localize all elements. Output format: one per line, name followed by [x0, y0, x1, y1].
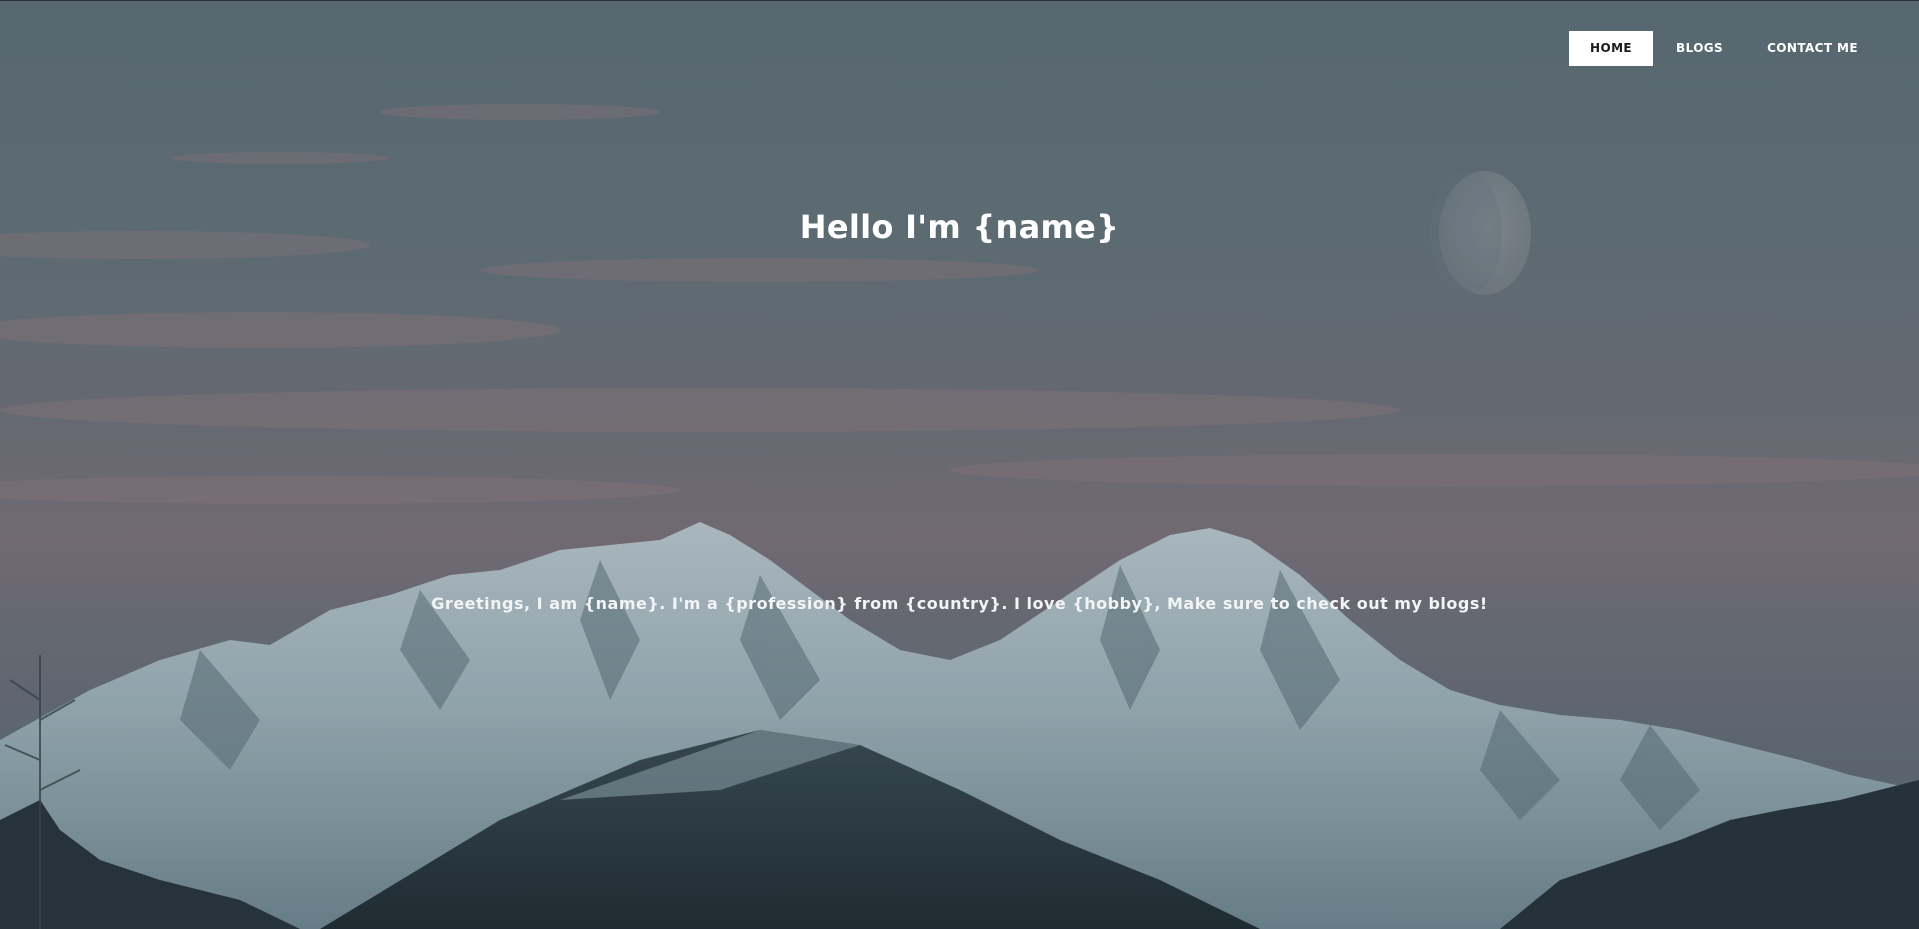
nav-link-home[interactable]: HOME — [1569, 31, 1654, 66]
hero-title: Hello I'm {name} — [799, 208, 1120, 246]
hero-overlay — [0, 0, 1919, 929]
hero-section: HOME BLOGS CONTACT ME Hello I'm {name} G… — [0, 0, 1919, 929]
top-border — [0, 0, 1919, 1]
nav-link-contact-me[interactable]: CONTACT ME — [1746, 31, 1879, 66]
main-navigation: HOME BLOGS CONTACT ME — [1569, 31, 1879, 66]
hero-subtitle: Greetings, I am {name}. I'm a {professio… — [431, 594, 1488, 613]
nav-link-blogs[interactable]: BLOGS — [1655, 31, 1744, 66]
